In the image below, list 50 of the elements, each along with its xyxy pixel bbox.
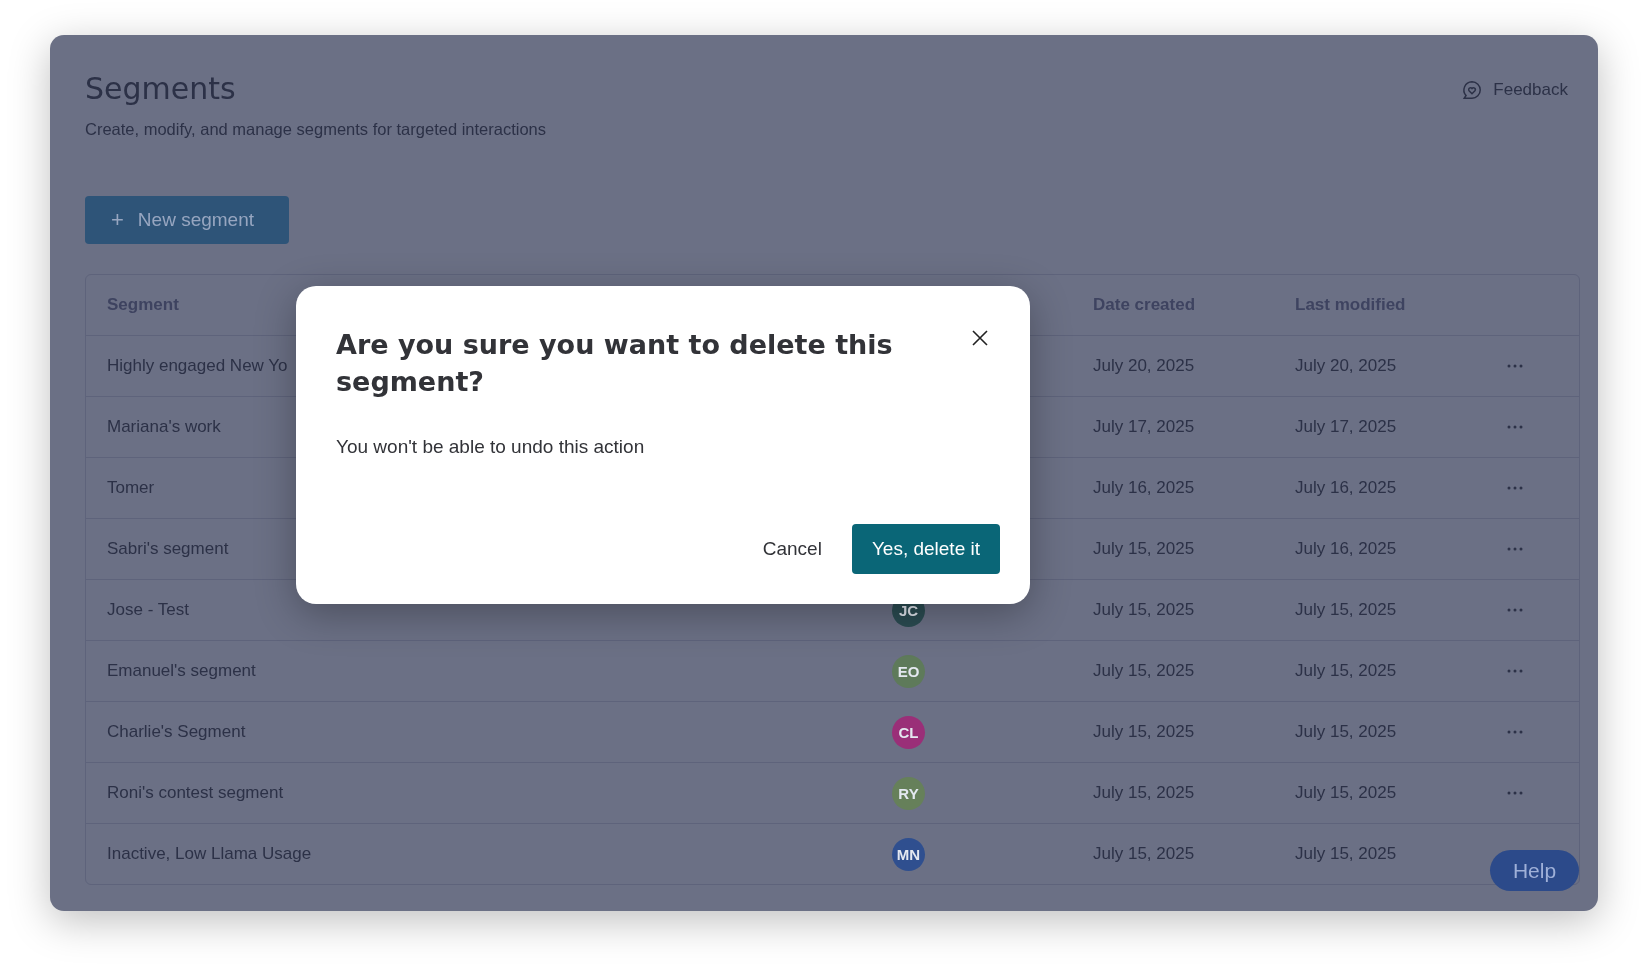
table-cell: July 15, 2025: [1295, 722, 1397, 742]
avatar: CL: [892, 715, 925, 749]
table-cell: July 15, 2025: [1295, 783, 1397, 803]
table-cell: July 15, 2025: [1093, 722, 1195, 742]
table-cell: Charlie's Segment: [107, 722, 246, 742]
more-icon[interactable]: [1507, 425, 1523, 429]
table-cell: July 17, 2025: [1093, 417, 1195, 437]
table-cell: July 15, 2025: [1295, 600, 1397, 620]
chat-heart-icon: [1461, 79, 1484, 101]
help-button[interactable]: Help: [1490, 850, 1579, 891]
page-subtitle: Create, modify, and manage segments for targeted interactions: [85, 120, 547, 139]
table-cell: Jose - Test: [107, 600, 189, 620]
table-cell: Inactive, Low Llama Usage: [107, 844, 312, 864]
avatar: RY: [892, 776, 925, 810]
table-cell: July 15, 2025: [1295, 661, 1397, 681]
table-cell: Emanuel's segment: [107, 661, 256, 681]
page-title: Segments: [85, 71, 237, 106]
dialog-message: You won't be able to undo this action: [336, 436, 646, 458]
confirm-delete-button[interactable]: Yes, delete it: [851, 524, 1000, 574]
more-icon[interactable]: [1507, 547, 1523, 551]
table-cell: July 16, 2025: [1295, 478, 1397, 498]
more-icon[interactable]: [1507, 608, 1523, 612]
more-icon[interactable]: [1507, 486, 1523, 490]
table-cell: July 20, 2025: [1093, 356, 1195, 376]
avatar: EO: [892, 654, 925, 688]
cancel-button[interactable]: Cancel: [760, 530, 824, 568]
more-icon[interactable]: [1507, 669, 1523, 673]
table-cell: Tomer: [107, 478, 155, 498]
table-cell: Sabri's segment: [107, 539, 229, 559]
more-icon[interactable]: [1507, 791, 1523, 795]
table-cell: July 17, 2025: [1295, 417, 1397, 437]
table-cell: July 15, 2025: [1093, 600, 1195, 620]
more-icon[interactable]: [1507, 730, 1523, 734]
table-cell: July 15, 2025: [1093, 661, 1195, 681]
table-cell: July 15, 2025: [1093, 539, 1195, 559]
table-cell: July 16, 2025: [1295, 539, 1397, 559]
dialog-title: Are you sure you want to delete this segment?: [336, 328, 894, 399]
table-cell: July 15, 2025: [1093, 844, 1195, 864]
table-cell: July 15, 2025: [1093, 783, 1195, 803]
feedback-link[interactable]: Feedback: [1461, 79, 1568, 101]
close-icon[interactable]: [972, 330, 988, 346]
table-cell: Roni's contest segment: [107, 783, 284, 803]
table-cell: July 20, 2025: [1295, 356, 1397, 376]
avatar: MN: [892, 837, 925, 871]
more-icon[interactable]: [1507, 364, 1523, 368]
table-cell: Highly engaged New Yo: [107, 356, 288, 376]
table-cell: July 16, 2025: [1093, 478, 1195, 498]
table-cell: Mariana's work: [107, 417, 221, 437]
table-cell: July 15, 2025: [1295, 844, 1397, 864]
new-segment-button[interactable]: + New segment: [85, 196, 289, 244]
